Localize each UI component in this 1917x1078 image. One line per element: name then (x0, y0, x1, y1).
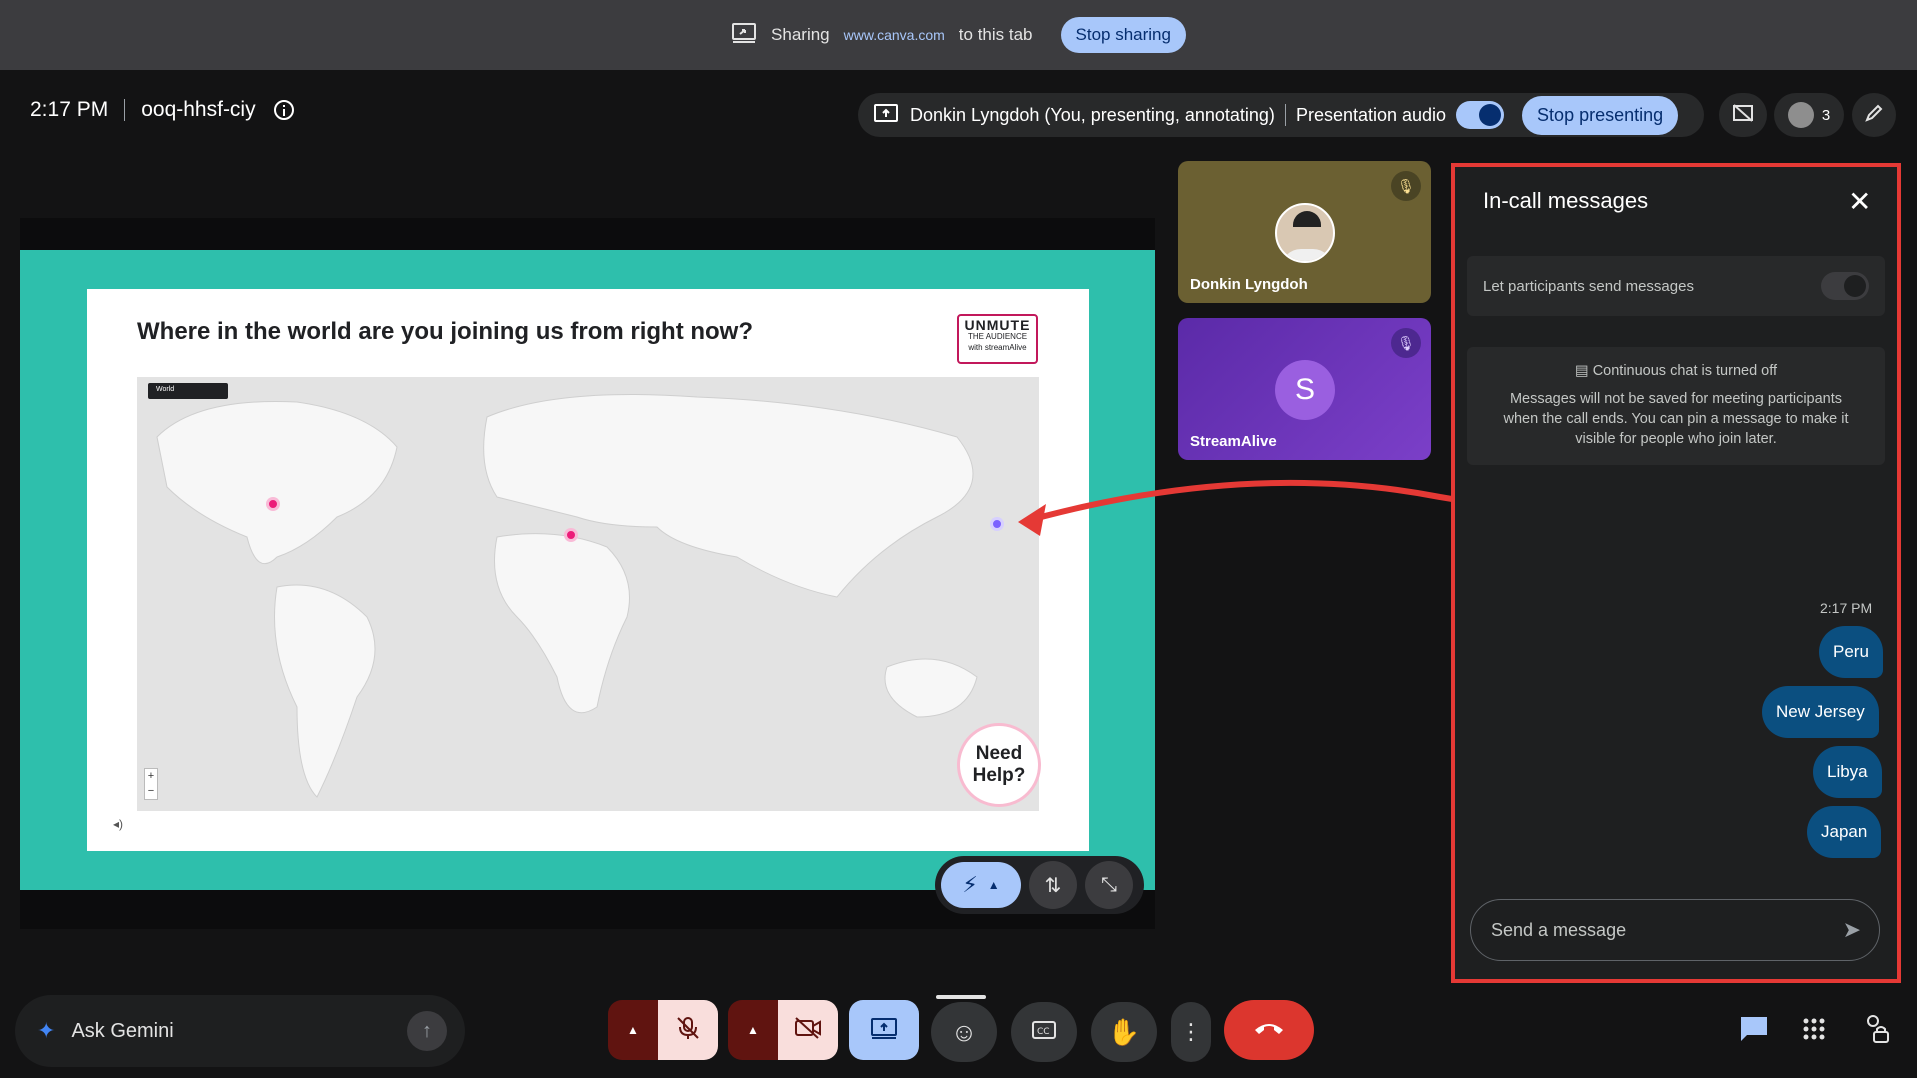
message-bubble[interactable]: Libya (1813, 746, 1882, 798)
camera-off-icon (794, 1016, 822, 1045)
chat-button[interactable] (1739, 1015, 1769, 1048)
present-icon (870, 1016, 898, 1045)
notice-heading: Continuous chat is turned off (1592, 363, 1778, 379)
close-icon[interactable]: ✕ (1848, 188, 1871, 216)
gemini-label: Ask Gemini (71, 1019, 174, 1042)
mic-off-icon: 🎙 (1391, 171, 1421, 201)
check-icon (1844, 275, 1866, 297)
reactions-button[interactable]: ☺ (931, 1002, 997, 1062)
continuous-chat-notice: ▤ Continuous chat is turned off Messages… (1467, 347, 1885, 465)
end-call-icon (1253, 1020, 1285, 1041)
collapse-button[interactable]: ⤡ (1085, 861, 1133, 909)
captions-icon: CC (1031, 1020, 1057, 1045)
permission-label: Let participants send messages (1483, 277, 1694, 295)
permission-row: Let participants send messages (1467, 256, 1885, 316)
mic-options-button[interactable]: ▲ (608, 1000, 658, 1060)
lock-person-icon (1862, 1015, 1890, 1048)
avatar (1275, 203, 1335, 263)
message-placeholder: Send a message (1491, 919, 1627, 940)
move-icon: ⇅ (1044, 874, 1062, 897)
chevron-up-icon: ▲ (747, 1023, 759, 1037)
camera-toggle-button[interactable] (778, 1000, 838, 1060)
mic-off-icon (675, 1015, 701, 1046)
participant-tile-donkin[interactable]: 🎙 Donkin Lyngdoh (1178, 161, 1431, 303)
message-input[interactable]: Send a message ➤ (1470, 899, 1880, 961)
apps-grid-icon (1802, 1018, 1826, 1045)
chat-icon (1739, 1017, 1769, 1047)
collapse-icon: ⤡ (1101, 873, 1117, 896)
chevron-up-icon: ▲ (627, 1023, 639, 1037)
raise-hand-button[interactable]: ✋ (1091, 1002, 1157, 1062)
emoji-icon: ☺ (950, 1016, 978, 1047)
message-bubble[interactable]: New Jersey (1762, 686, 1879, 738)
mic-toggle-button[interactable] (658, 1000, 718, 1060)
microphone-control: ▲ (608, 1000, 718, 1060)
activities-button[interactable] (1802, 1017, 1826, 1046)
more-vert-icon: ⋮ (1180, 1019, 1202, 1044)
gemini-sparkle-icon: ✦ (37, 1018, 56, 1043)
avatar: S (1275, 360, 1335, 420)
pen-tool-button[interactable]: ⚡ ▲ (941, 862, 1021, 908)
chevron-up-icon: ▲ (987, 878, 1000, 892)
participant-name: StreamAlive (1190, 433, 1277, 450)
mic-off-icon: 🎙 (1391, 328, 1421, 358)
send-icon[interactable]: ➤ (1843, 917, 1861, 943)
host-controls-button[interactable] (1862, 1014, 1890, 1049)
participant-tile-streamalive[interactable]: S 🎙 StreamAlive (1178, 318, 1431, 460)
drag-handle[interactable] (936, 995, 986, 999)
hand-icon: ✋ (1107, 1016, 1141, 1047)
message-bubble[interactable]: Japan (1807, 806, 1882, 858)
ask-gemini-input[interactable]: ✦ Ask Gemini ↑ (15, 995, 465, 1067)
chat-icon: ▤ (1574, 363, 1593, 379)
svg-text:CC: CC (1037, 1027, 1050, 1037)
annotation-toolbar: ⚡ ▲ ⇅ ⤡ (935, 856, 1144, 914)
send-messages-toggle[interactable] (1821, 272, 1869, 300)
lightning-pen-icon: ⚡ (962, 872, 978, 897)
captions-button[interactable]: CC (1011, 1002, 1077, 1062)
present-button[interactable] (849, 1000, 919, 1060)
message-bubble[interactable]: Peru (1819, 626, 1883, 678)
camera-control: ▲ (728, 1000, 838, 1060)
message-timestamp: 2:17 PM (1820, 600, 1873, 616)
camera-options-button[interactable]: ▲ (728, 1000, 778, 1060)
move-toolbar-button[interactable]: ⇅ (1029, 861, 1077, 909)
panel-title: In-call messages (1483, 188, 1649, 213)
more-options-button[interactable]: ⋮ (1171, 1002, 1211, 1062)
notice-body: Messages will not be saved for meeting p… (1503, 391, 1849, 447)
arrow-up-icon[interactable]: ↑ (407, 1011, 447, 1051)
leave-call-button[interactable] (1224, 1000, 1314, 1060)
participant-name: Donkin Lyngdoh (1190, 276, 1308, 293)
